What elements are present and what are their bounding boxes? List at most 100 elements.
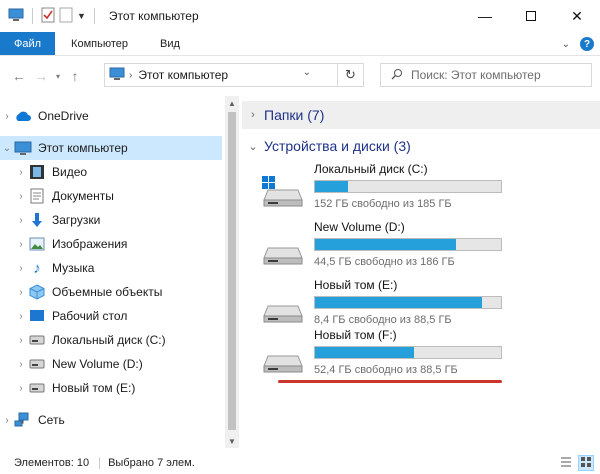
close-button[interactable]: ✕	[554, 0, 600, 32]
drive-usage-bar	[314, 346, 502, 359]
chevron-right-icon[interactable]: ›	[0, 111, 14, 122]
chevron-right-icon[interactable]: ›	[242, 109, 264, 121]
sidebar-item-label: Документы	[52, 189, 114, 203]
drive-usage-bar	[314, 296, 502, 309]
minimize-button[interactable]: —	[462, 0, 508, 32]
drive-free-space: 152 ГБ свободно из 185 ГБ	[314, 198, 452, 210]
sidebar-item-downloads[interactable]: › Загрузки	[0, 208, 222, 232]
drive-item[interactable]: Локальный диск (C:) 152 ГБ свободно из 1…	[242, 162, 542, 216]
sidebar-item-music[interactable]: › ♪ Музыка	[0, 256, 222, 280]
drive-usage-fill	[315, 181, 349, 192]
navigation-scrollbar[interactable]: ▲ ▼	[225, 96, 239, 448]
sidebar-item-label: Рабочий стол	[52, 309, 128, 323]
chevron-right-icon[interactable]: ›	[14, 239, 28, 250]
help-icon[interactable]: ?	[580, 37, 594, 51]
sidebar-item-desktop[interactable]: › Рабочий стол	[0, 304, 222, 328]
sidebar-item-label: New Volume (D:)	[52, 357, 143, 371]
computer-icon	[109, 67, 125, 84]
sidebar-item-drive-c[interactable]: › Локальный диск (C:)	[0, 328, 222, 352]
back-button[interactable]: ←	[8, 65, 30, 87]
drive-icon	[260, 234, 304, 266]
chevron-right-icon[interactable]: ›	[14, 191, 28, 202]
drive-icon	[260, 342, 304, 374]
drive-usage-fill	[315, 347, 414, 358]
search-placeholder: Поиск: Этот компьютер	[411, 68, 541, 82]
tiles-view-icon	[580, 456, 592, 471]
maximize-button[interactable]	[508, 0, 554, 32]
group-header-drives[interactable]: ⌄ Устройства и диски (3)	[242, 132, 600, 160]
drive-free-space: 52,4 ГБ свободно из 88,5 ГБ	[314, 364, 458, 376]
sidebar-item-drive-e[interactable]: › Новый том (E:)	[0, 376, 222, 400]
chevron-down-icon[interactable]: ⌄	[0, 143, 14, 154]
sidebar-item-label: Сеть	[38, 413, 65, 427]
address-chevron-icon[interactable]: ›	[129, 70, 132, 81]
chevron-right-icon[interactable]: ›	[14, 215, 28, 226]
maximize-icon	[526, 11, 536, 21]
drive-icon	[260, 292, 304, 324]
arrow-up-icon: ↑	[71, 68, 79, 84]
refresh-button[interactable]: ↻	[338, 63, 364, 87]
sidebar-item-documents[interactable]: › Документы	[0, 184, 222, 208]
sidebar-item-label: Видео	[52, 165, 88, 179]
search-input[interactable]: Поиск: Этот компьютер	[380, 63, 592, 87]
chevron-right-icon[interactable]: ›	[14, 287, 28, 298]
sidebar-item-pictures[interactable]: › Изображения	[0, 232, 222, 256]
properties-icon[interactable]	[41, 7, 55, 26]
chevron-right-icon[interactable]: ›	[14, 311, 28, 322]
tiles-view-button[interactable]	[578, 455, 594, 471]
chevron-right-icon[interactable]: ›	[14, 263, 28, 274]
address-dropdown-icon[interactable]: ⌄	[303, 67, 311, 78]
group-header-folders[interactable]: › Папки (7)	[242, 101, 600, 129]
chevron-right-icon[interactable]: ›	[14, 383, 28, 394]
sidebar-item-video[interactable]: › Видео	[0, 160, 222, 184]
ribbon: Файл Компьютер Вид ⌄ ?	[0, 32, 600, 56]
chevron-right-icon[interactable]: ›	[14, 359, 28, 370]
new-folder-icon[interactable]	[59, 7, 73, 26]
chevron-right-icon[interactable]: ›	[0, 415, 14, 426]
sidebar-item-network[interactable]: › Сеть	[0, 408, 222, 432]
sidebar-item-label: Локальный диск (C:)	[52, 333, 166, 347]
sidebar-item-3d-objects[interactable]: › Объемные объекты	[0, 280, 222, 304]
sidebar-item-label: Новый том (E:)	[52, 381, 136, 395]
sidebar-item-label: Объемные объекты	[52, 285, 163, 299]
downloads-icon	[28, 212, 46, 228]
chevron-right-icon[interactable]: ›	[14, 167, 28, 178]
customize-dropdown-icon[interactable]: ▼	[77, 11, 86, 21]
pictures-icon	[28, 236, 46, 252]
chevron-down-icon[interactable]: ⌄	[242, 140, 264, 153]
drive-icon	[28, 380, 46, 396]
drive-item[interactable]: Новый том (F:) 52,4 ГБ свободно из 88,5 …	[242, 328, 542, 382]
details-view-button[interactable]	[558, 455, 574, 471]
navigation-pane: › OneDrive ⌄ Этот компьютер › Видео › До…	[0, 96, 236, 448]
drive-usage-bar	[314, 238, 502, 251]
network-icon	[14, 412, 32, 428]
sidebar-item-drive-d[interactable]: › New Volume (D:)	[0, 352, 222, 376]
chevron-right-icon[interactable]: ›	[14, 335, 28, 346]
drive-icon	[28, 332, 46, 348]
documents-icon	[28, 188, 46, 204]
scroll-down-icon[interactable]: ▼	[225, 434, 239, 448]
3d-objects-icon	[28, 284, 46, 300]
expand-ribbon-icon[interactable]: ⌄	[562, 39, 570, 50]
up-button[interactable]: ↑	[64, 65, 86, 87]
drive-usage-bar	[314, 180, 502, 193]
drive-item[interactable]: New Volume (D:) 44,5 ГБ свободно из 186 …	[242, 220, 542, 274]
content-pane: › Папки (7) ⌄ Устройства и диски (3) Лок…	[242, 96, 600, 448]
drive-name: Новый том (E:)	[314, 278, 398, 292]
drive-item[interactable]: Новый том (E:) 8,4 ГБ свободно из 88,5 Г…	[242, 278, 542, 332]
tab-computer[interactable]: Компьютер	[55, 32, 144, 55]
scroll-up-icon[interactable]: ▲	[225, 96, 239, 110]
tab-view[interactable]: Вид	[144, 32, 196, 55]
recent-locations-button[interactable]: ▾	[52, 65, 64, 87]
sidebar-item-this-pc[interactable]: ⌄ Этот компьютер	[0, 136, 222, 160]
sidebar-item-onedrive[interactable]: › OneDrive	[0, 104, 222, 128]
cloud-icon	[14, 108, 32, 124]
drive-free-space: 44,5 ГБ свободно из 186 ГБ	[314, 256, 455, 268]
status-selected-count: Выбрано 7 элем.	[108, 457, 195, 469]
address-bar[interactable]: › Этот компьютер ⌄	[104, 63, 338, 87]
group-title: Устройства и диски (3)	[264, 138, 411, 154]
tab-file[interactable]: Файл	[0, 32, 56, 55]
scrollbar-thumb[interactable]	[228, 112, 236, 430]
forward-button[interactable]: →	[30, 65, 52, 87]
arrow-right-icon: →	[34, 68, 48, 84]
